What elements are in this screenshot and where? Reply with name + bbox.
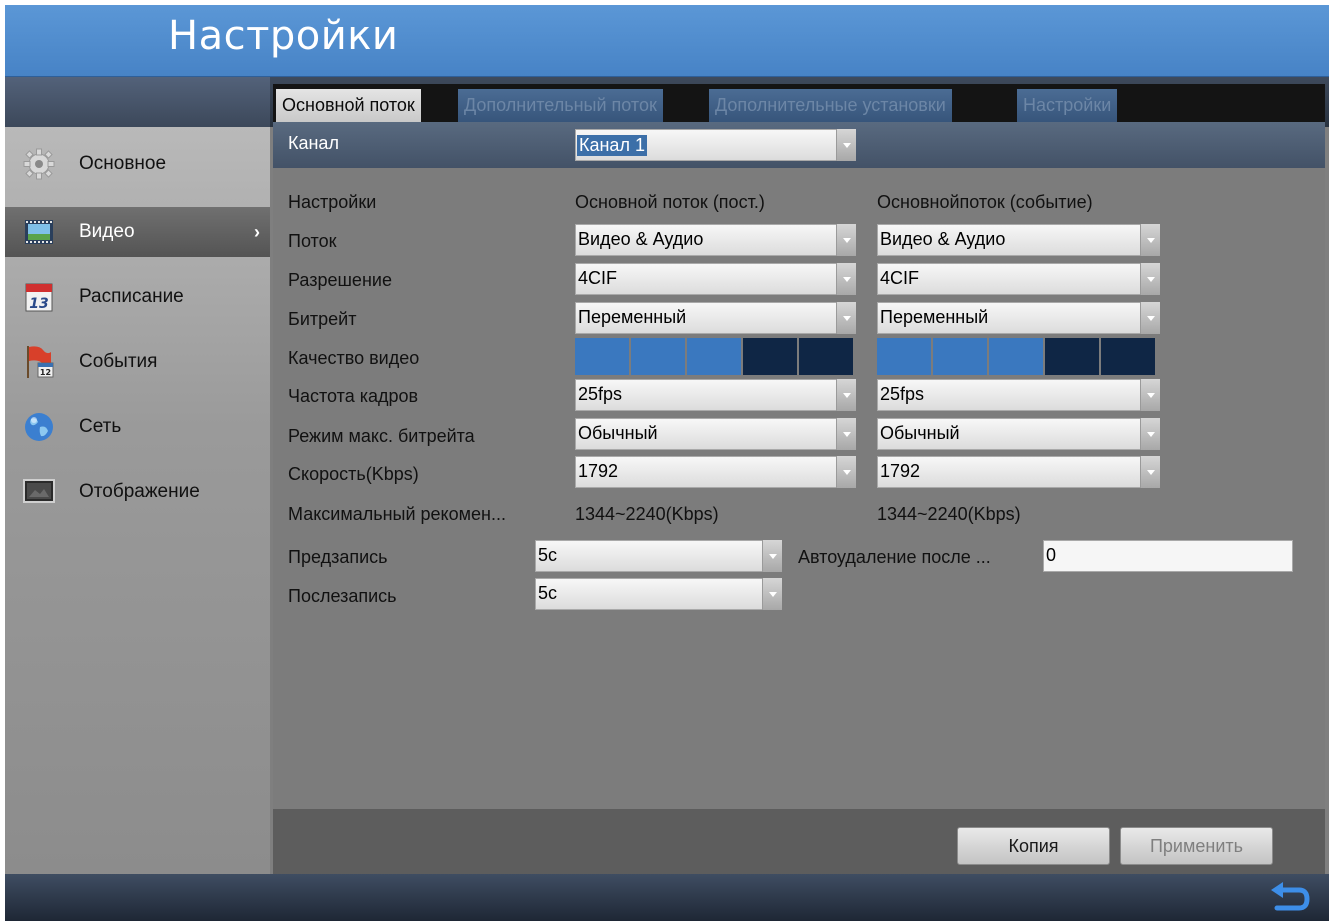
main-const-column-header: Основной поток (пост.) — [575, 192, 765, 212]
quality-segment[interactable] — [1101, 338, 1155, 375]
framerate-event-select[interactable]: 25fps — [877, 379, 1160, 411]
channel-select[interactable]: Канал 1 — [575, 129, 856, 161]
video-quality-event-slider[interactable] — [877, 338, 1155, 375]
bitrate-label: Битрейт — [288, 309, 357, 329]
stream-type-const-select[interactable]: Видео & Аудио — [575, 224, 856, 256]
calendar-icon: 13 — [25, 283, 53, 312]
chevron-down-icon[interactable] — [836, 129, 856, 161]
max-bitrate-mode-label: Режим макс. битрейта — [288, 426, 475, 446]
sidebar-item-label: Видео — [79, 221, 135, 242]
quality-segment[interactable] — [743, 338, 797, 375]
chevron-down-icon[interactable] — [1140, 418, 1160, 450]
speed-label: Скорость(Kbps) — [288, 464, 419, 484]
back-arrow-icon[interactable] — [1265, 880, 1313, 916]
sidebar-item-network[interactable]: Сеть — [5, 402, 270, 452]
header: Настройки — [5, 5, 1329, 77]
speed-event-select[interactable]: 1792 — [877, 456, 1160, 488]
tab-settings[interactable]: Настройки — [1017, 89, 1118, 122]
resolution-label: Разрешение — [288, 270, 392, 290]
chevron-down-icon[interactable] — [1140, 456, 1160, 488]
sidebar-item-label: Основное — [79, 153, 167, 174]
chevron-down-icon[interactable] — [836, 456, 856, 488]
stream-label: Поток — [288, 231, 337, 251]
video-quality-label: Качество видео — [288, 348, 420, 368]
quality-segment[interactable] — [1045, 338, 1099, 375]
recommended-bitrate-const: 1344~2240(Kbps) — [575, 504, 719, 524]
apply-button[interactable]: Применить — [1120, 827, 1273, 865]
sidebar-menu: Основное Видео › 13 Расписание 12 Событи… — [5, 127, 270, 877]
recommended-bitrate-label: Максимальный рекомен... — [288, 504, 506, 524]
prerecord-label: Предзапись — [288, 547, 388, 567]
chevron-down-icon[interactable] — [836, 302, 856, 334]
tab-main-stream[interactable]: Основной поток — [276, 89, 421, 122]
chevron-down-icon[interactable] — [836, 263, 856, 295]
speed-const-select[interactable]: 1792 — [575, 456, 856, 488]
sidebar: Основное Видео › 13 Расписание 12 Событи… — [5, 77, 270, 877]
chevron-down-icon[interactable] — [1140, 379, 1160, 411]
sidebar-item-label: Расписание — [79, 286, 184, 307]
sidebar-item-label: Отображение — [79, 481, 200, 502]
monitor-icon — [23, 479, 55, 503]
quality-segment[interactable] — [933, 338, 987, 375]
chevron-down-icon[interactable] — [1140, 263, 1160, 295]
prerecord-select[interactable]: 5с — [535, 540, 782, 572]
sidebar-item-display[interactable]: Отображение — [5, 467, 270, 517]
channel-label: Канал — [288, 133, 339, 153]
gear-icon — [23, 148, 55, 180]
event-flag-icon: 12 — [27, 346, 54, 378]
content-footer: Копия Применить — [273, 809, 1325, 874]
quality-segment[interactable] — [989, 338, 1043, 375]
globe-icon — [25, 413, 53, 441]
max-bitrate-mode-event-select[interactable]: Обычный — [877, 418, 1160, 450]
event-icon-text: 12 — [40, 368, 51, 377]
postrecord-label: Послезапись — [288, 586, 397, 606]
chevron-down-icon[interactable] — [836, 224, 856, 256]
video-quality-const-slider[interactable] — [575, 338, 853, 375]
chevron-down-icon[interactable] — [762, 540, 782, 572]
quality-segment[interactable] — [687, 338, 741, 375]
bitrate-type-event-select[interactable]: Переменный — [877, 302, 1160, 334]
main-event-column-header: Основнойпоток (событие) — [877, 192, 1093, 212]
copy-button[interactable]: Копия — [957, 827, 1110, 865]
settings-column-header: Настройки — [288, 192, 377, 212]
tab-advanced-settings[interactable]: Дополнительные установки — [709, 89, 952, 122]
resolution-event-select[interactable]: 4CIF — [877, 263, 1160, 295]
chevron-down-icon[interactable] — [762, 578, 782, 610]
recommended-bitrate-event: 1344~2240(Kbps) — [877, 504, 1021, 524]
postrecord-select[interactable]: 5с — [535, 578, 782, 610]
sidebar-item-label: События — [79, 351, 158, 372]
max-bitrate-mode-const-select[interactable]: Обычный — [575, 418, 856, 450]
film-icon — [25, 220, 53, 244]
framerate-label: Частота кадров — [288, 386, 419, 406]
auto-delete-label: Автоудаление после ... — [798, 547, 991, 567]
content-panel: Основной поток Дополнительный поток Допо… — [273, 84, 1325, 874]
auto-delete-input[interactable]: 0 — [1043, 540, 1293, 572]
bottom-bar — [5, 874, 1329, 921]
stream-type-event-select[interactable]: Видео & Аудио — [877, 224, 1160, 256]
channel-row: Канал Канал 1 — [273, 122, 1325, 168]
sidebar-item-events[interactable]: 12 События — [5, 337, 270, 387]
chevron-down-icon[interactable] — [1140, 302, 1160, 334]
settings-window: Настройки Основное Видео › 13 Расписание… — [5, 5, 1329, 921]
resolution-const-select[interactable]: 4CIF — [575, 263, 856, 295]
chevron-right-icon: › — [254, 221, 260, 242]
quality-segment[interactable] — [799, 338, 853, 375]
quality-segment[interactable] — [631, 338, 685, 375]
sidebar-item-label: Сеть — [79, 416, 122, 437]
calendar-icon-text: 13 — [29, 296, 48, 312]
tab-sub-stream[interactable]: Дополнительный поток — [458, 89, 663, 122]
bitrate-type-const-select[interactable]: Переменный — [575, 302, 856, 334]
framerate-const-select[interactable]: 25fps — [575, 379, 856, 411]
quality-segment[interactable] — [877, 338, 931, 375]
quality-segment[interactable] — [575, 338, 629, 375]
sidebar-item-general[interactable]: Основное — [5, 139, 270, 189]
chevron-down-icon[interactable] — [1140, 224, 1160, 256]
chevron-down-icon[interactable] — [836, 418, 856, 450]
tab-bar: Основной поток Дополнительный поток Допо… — [273, 84, 1325, 122]
chevron-down-icon[interactable] — [836, 379, 856, 411]
sidebar-item-schedule[interactable]: 13 Расписание — [5, 272, 270, 322]
sidebar-item-video[interactable]: Видео › — [5, 207, 270, 257]
page-title: Настройки — [168, 13, 399, 59]
